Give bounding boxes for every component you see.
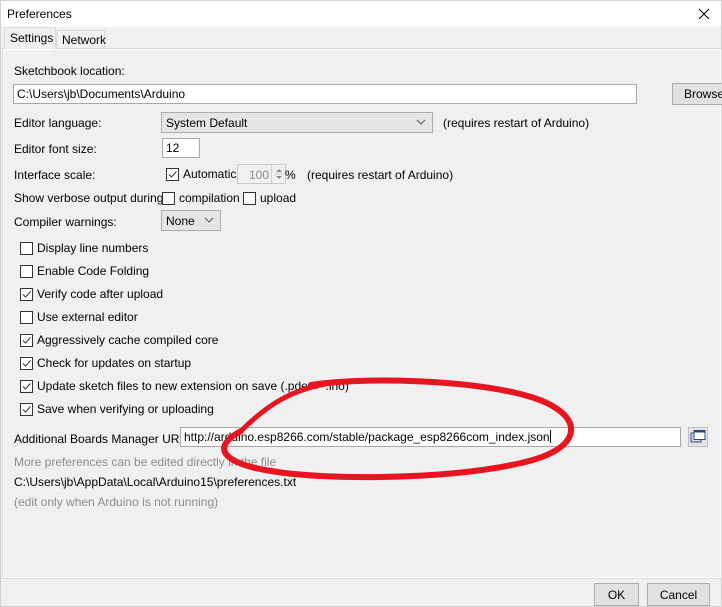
text-cursor	[549, 430, 551, 443]
edit-note: (edit only when Arduino is not running)	[14, 495, 219, 509]
option-label: Display line numbers	[37, 241, 149, 255]
preferences-dialog: Preferences Settings Network Sketchbook …	[0, 0, 722, 607]
option-label: Check for updates on startup	[37, 356, 192, 370]
checkbox-box	[162, 191, 175, 205]
checkmark-icon	[22, 290, 31, 298]
checkmark-icon	[22, 405, 31, 413]
checkbox-box	[20, 264, 33, 278]
tab-network[interactable]: Network	[56, 30, 106, 49]
compiler-warnings-label: Compiler warnings:	[14, 215, 117, 229]
spinner-up-down-icon	[274, 169, 284, 179]
automatic-scale-label: Automatic	[183, 167, 237, 181]
option-checkbox[interactable]: Check for updates on startup	[20, 355, 191, 371]
verbose-upload-label: upload	[260, 191, 297, 205]
checkbox-box	[243, 191, 256, 205]
verbose-compilation-checkbox[interactable]: compilation	[162, 190, 240, 206]
option-checkbox[interactable]: Enable Code Folding	[20, 263, 149, 279]
interface-scale-unit: %	[285, 168, 296, 182]
chevron-down-icon	[204, 217, 214, 223]
chevron-down-icon	[416, 119, 426, 125]
verbose-output-label: Show verbose output during:	[14, 191, 167, 205]
settings-panel: Sketchbook location: C:\Users\jb\Documen…	[2, 48, 722, 579]
checkmark-icon	[168, 170, 177, 178]
verbose-compilation-label: compilation	[179, 191, 240, 205]
option-checkbox[interactable]: Aggressively cache compiled core	[20, 332, 218, 348]
compiler-warnings-select[interactable]: None	[161, 210, 221, 231]
ok-button[interactable]: OK	[594, 583, 639, 606]
editor-font-size-input[interactable]: 12	[162, 138, 200, 158]
boards-manager-urls-input[interactable]: http://arduino.esp8266.com/stable/packag…	[180, 427, 681, 447]
checkbox-box	[20, 310, 33, 324]
checkbox-box	[20, 287, 33, 301]
option-label: Use external editor	[37, 310, 138, 324]
checkmark-icon	[22, 382, 31, 390]
option-checkbox[interactable]: Use external editor	[20, 309, 138, 325]
checkbox-box	[20, 241, 33, 255]
title-bar: Preferences	[1, 1, 721, 27]
option-checkbox[interactable]: Display line numbers	[20, 240, 148, 256]
windows-icon	[690, 430, 706, 443]
verbose-upload-checkbox[interactable]: upload	[243, 190, 296, 206]
automatic-scale-checkbox[interactable]: Automatic	[166, 166, 236, 182]
boards-manager-urls-label: Additional Boards Manager URLs:	[14, 432, 196, 446]
browse-button[interactable]: Browse	[672, 83, 722, 105]
checkbox-box	[20, 356, 33, 370]
more-prefs-note: More preferences can be edited directly …	[14, 455, 277, 469]
checkbox-box	[166, 167, 179, 181]
checkmark-icon	[22, 336, 31, 344]
option-label: Verify code after upload	[37, 287, 164, 301]
editor-font-size-label: Editor font size:	[14, 142, 97, 156]
cancel-button[interactable]: Cancel	[647, 583, 710, 606]
interface-scale-value: 100	[248, 168, 269, 182]
interface-scale-note: (requires restart of Arduino)	[307, 168, 454, 182]
checkbox-box	[20, 333, 33, 347]
option-label: Save when verifying or uploading	[37, 402, 214, 416]
window-title: Preferences	[7, 7, 72, 21]
sketchbook-location-label: Sketchbook location:	[14, 64, 125, 78]
option-checkbox[interactable]: Verify code after upload	[20, 286, 163, 302]
checkbox-box	[20, 379, 33, 393]
option-checkbox[interactable]: Update sketch files to new extension on …	[20, 378, 349, 394]
sketchbook-location-input[interactable]: C:\Users\jb\Documents\Arduino	[13, 84, 637, 104]
editor-language-note: (requires restart of Arduino)	[443, 116, 590, 130]
spinner-arrows[interactable]	[271, 165, 285, 183]
interface-scale-spinner[interactable]: 100	[237, 164, 286, 184]
option-label: Aggressively cache compiled core	[37, 333, 219, 347]
option-label: Update sketch files to new extension on …	[37, 379, 349, 393]
edit-urls-button[interactable]	[688, 427, 708, 447]
boards-manager-urls-value: http://arduino.esp8266.com/stable/packag…	[184, 430, 550, 444]
option-label: Enable Code Folding	[37, 264, 150, 278]
preferences-file-path: C:\Users\jb\AppData\Local\Arduino15\pref…	[14, 475, 297, 489]
interface-scale-label: Interface scale:	[14, 168, 96, 182]
close-icon	[698, 8, 710, 20]
compiler-warnings-value: None	[166, 214, 195, 228]
checkmark-icon	[22, 359, 31, 367]
option-checkbox[interactable]: Save when verifying or uploading	[20, 401, 214, 417]
tab-settings[interactable]: Settings	[4, 27, 56, 49]
editor-language-select[interactable]: System Default	[161, 112, 433, 133]
close-button[interactable]	[687, 1, 721, 27]
editor-language-label: Editor language:	[14, 116, 102, 130]
editor-language-value: System Default	[166, 116, 248, 130]
checkbox-box	[20, 402, 33, 416]
